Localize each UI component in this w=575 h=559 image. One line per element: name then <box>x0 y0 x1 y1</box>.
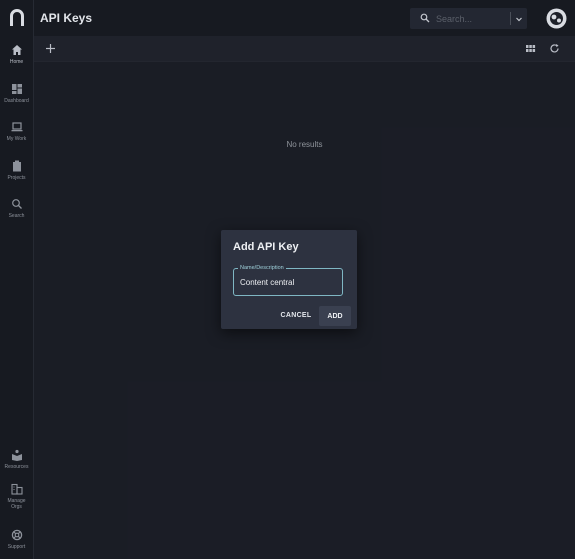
sidebar-item-projects[interactable]: Projects <box>0 160 33 181</box>
lifebuoy-icon <box>11 529 22 541</box>
search-box[interactable] <box>410 8 527 29</box>
top-bar: API Keys <box>34 0 575 36</box>
search-icon <box>420 13 430 23</box>
sidebar-item-label: Support <box>7 544 26 550</box>
sidebar-item-support[interactable]: Support <box>0 529 33 550</box>
page-title: API Keys <box>40 11 93 25</box>
chevron-down-icon[interactable] <box>514 14 524 24</box>
name-description-field[interactable]: Name/Description <box>233 264 343 296</box>
sidebar-item-dashboard[interactable]: Dashboard <box>0 83 33 104</box>
add-button[interactable]: ADD <box>319 306 351 326</box>
sidebar-item-label-line2: Orgs <box>11 504 22 510</box>
sidebar: Home Dashboard My Work Projects Search R… <box>0 0 34 559</box>
name-description-input[interactable] <box>240 276 335 288</box>
laptop-icon <box>11 122 22 132</box>
sidebar-item-search[interactable]: Search <box>0 198 33 219</box>
dialog-title: Add API Key <box>233 241 299 253</box>
search-input[interactable] <box>434 11 508 27</box>
sidebar-item-label: My Work <box>6 136 27 142</box>
grid-view-icon[interactable] <box>525 43 536 54</box>
cancel-button[interactable]: CANCEL <box>276 307 316 323</box>
organization-icon <box>10 483 23 495</box>
avatar[interactable] <box>546 8 567 29</box>
sidebar-item-my-work[interactable]: My Work <box>0 121 33 142</box>
sidebar-item-manage-orgs[interactable]: Manage Orgs <box>0 483 33 510</box>
clipboard-icon <box>12 160 21 172</box>
add-icon[interactable] <box>45 43 56 54</box>
sidebar-item-label: Dashboard <box>4 98 29 104</box>
sidebar-item-label: Search <box>8 213 25 219</box>
home-icon <box>11 45 22 55</box>
sidebar-item-label: Home <box>9 59 24 65</box>
sidebar-item-home[interactable]: Home <box>0 44 33 65</box>
dashboard-icon <box>11 84 22 94</box>
search-icon <box>11 199 22 209</box>
toolbar <box>34 36 575 62</box>
logo-icon[interactable] <box>7 8 27 28</box>
field-label: Name/Description <box>238 264 286 272</box>
search-divider <box>510 12 511 25</box>
add-api-key-dialog: Add API Key Name/Description CANCEL ADD <box>221 230 357 329</box>
sidebar-item-resources[interactable]: Resources <box>0 449 33 470</box>
refresh-icon[interactable] <box>549 43 560 54</box>
resources-icon <box>11 449 22 461</box>
sidebar-item-label: Projects <box>7 175 26 181</box>
sidebar-item-label: Resources <box>4 464 29 470</box>
